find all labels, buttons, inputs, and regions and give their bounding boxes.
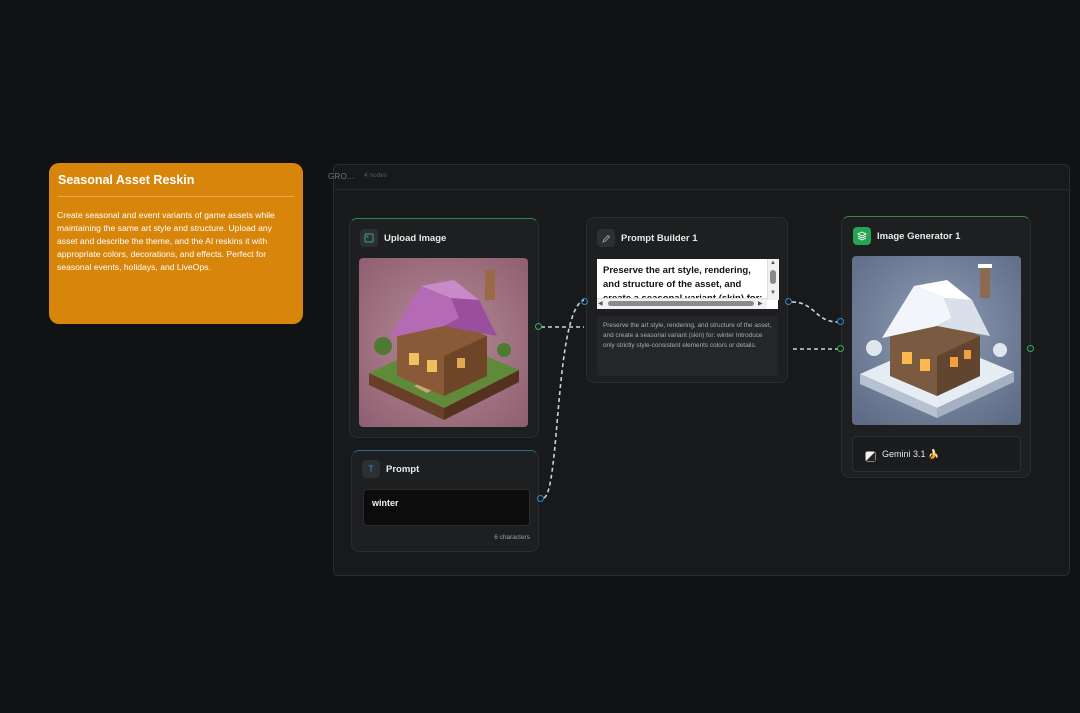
horizontal-scrollbar[interactable]: ◀ ▶ [597,298,767,309]
uploaded-image[interactable] [359,258,528,427]
prompt-builder-node[interactable]: Prompt Builder 1 Preserve the art style,… [586,217,788,383]
character-count: 6 characters [494,534,530,541]
node-title: Upload Image [384,233,447,244]
gemini-logo-icon [865,449,876,462]
generator-prompt-input-port[interactable] [837,318,844,325]
prompt-value: winter [372,498,399,508]
text-icon: T [362,460,380,478]
model-name: Gemini 3.1 🍌 [882,449,940,459]
builder-input-port[interactable] [581,298,588,305]
model-selector[interactable]: Gemini 3.1 🍌 [852,436,1021,472]
prompt-input[interactable]: winter [363,489,530,526]
wire-builder-to-generator [791,301,839,323]
scroll-right-arrow-icon[interactable]: ▶ [758,300,763,307]
scroll-up-arrow-icon[interactable]: ▲ [770,260,776,266]
upload-output-port[interactable] [535,323,542,330]
generator-output-port[interactable] [1027,345,1034,352]
prompt-node[interactable]: T Prompt winter 6 characters [351,450,539,552]
scroll-left-arrow-icon[interactable]: ◀ [598,300,603,307]
scrollbar-thumb[interactable] [608,301,754,306]
generated-image[interactable] [852,256,1021,425]
wire-prompt-to-builder [543,299,585,499]
prompt-output-text: Preserve the art style, rendering, and s… [597,316,778,376]
prompt-output-port[interactable] [537,495,544,502]
node-title: Prompt [386,464,420,475]
node-title: Prompt Builder 1 [621,233,698,244]
builder-output-port[interactable] [785,298,792,305]
node-title: Image Generator 1 [877,231,961,242]
scrollbar-thumb[interactable] [770,270,776,284]
image-generator-node[interactable]: Image Generator 1 Gemini 3.1 🍌 [841,216,1031,478]
pencil-icon [597,229,615,247]
scroll-down-arrow-icon[interactable]: ▼ [770,290,776,296]
vertical-scrollbar[interactable]: ▲ ▼ [767,259,779,300]
layers-icon [853,227,871,245]
image-icon [360,229,378,247]
generator-image-input-port[interactable] [837,345,844,352]
upload-image-node[interactable]: Upload Image [349,218,539,438]
